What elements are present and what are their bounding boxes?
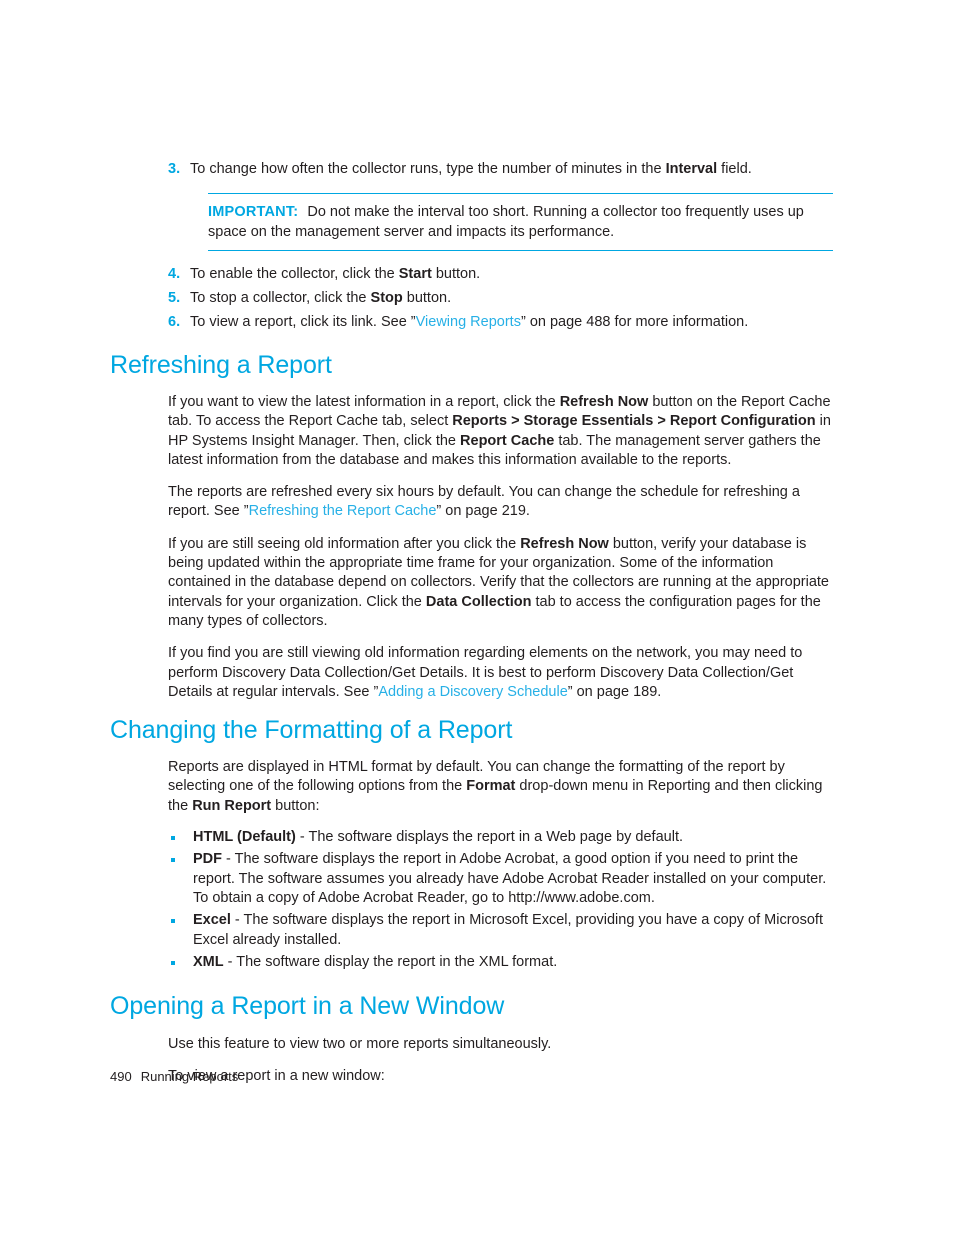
format-description: - The software display the report in the… (223, 953, 558, 970)
ui-term: Stop (370, 290, 403, 306)
format-term: PDF (193, 851, 222, 868)
paragraph: Reports are displayed in HTML format by … (168, 759, 823, 814)
list-item: Excel - The software displays the report… (168, 911, 840, 950)
list-item: XML - The software display the report in… (168, 953, 840, 972)
bullet-icon (171, 836, 175, 841)
ui-term: Data Collection (425, 593, 532, 610)
paragraph: If you are still seeing old information … (168, 535, 829, 629)
ui-term: Run Report (192, 797, 272, 814)
cross-reference-link[interactable]: Adding a Discovery Schedule (378, 684, 567, 700)
list-item: HTML (Default) - The software displays t… (168, 828, 840, 847)
paragraph: The reports are refreshed every six hour… (168, 484, 800, 520)
format-description: - The software displays the report in Mi… (193, 912, 823, 948)
important-note: IMPORTANT: Do not make the interval too s… (208, 193, 833, 251)
bullet-icon (171, 919, 175, 924)
ui-term: Reports > Storage Essentials > Report Co… (452, 413, 816, 430)
page-footer: 490 Running Reports (110, 1068, 238, 1085)
paragraph: Use this feature to view two or more rep… (168, 1036, 552, 1053)
footer-chapter: Running Reports (140, 1069, 239, 1084)
document-page: 3. To change how often the collector run… (0, 0, 954, 1235)
section-heading-refreshing: Refreshing a Report (110, 351, 332, 379)
important-note-label: IMPORTANT: (208, 204, 299, 220)
step-number: 6. (168, 314, 181, 330)
format-description: - The software displays the report in a … (295, 829, 683, 846)
cross-reference-link[interactable]: Refreshing the Report Cache (249, 503, 437, 519)
step-text: To view a report, click its link. See ”V… (190, 314, 749, 330)
ui-term: Report Cache (460, 432, 555, 449)
cross-reference-link[interactable]: Viewing Reports (416, 314, 521, 330)
section-heading-opening: Opening a Report in a New Window (110, 992, 505, 1021)
format-description: - The software displays the report in Ad… (193, 851, 827, 906)
paragraph: To view a report in a new window: (168, 1068, 385, 1085)
step-number: 4. (168, 266, 181, 282)
paragraph: If you find you are still viewing old in… (168, 645, 803, 700)
step-text: To stop a collector, click the Stop butt… (190, 290, 452, 306)
step-number: 3. (168, 161, 181, 177)
list-item: 3. To change how often the collector run… (168, 160, 840, 179)
ui-term: Format (466, 778, 516, 795)
format-term: XML (193, 953, 224, 970)
list-item: 4. To enable the collector, click the St… (168, 265, 840, 284)
ui-term: Interval (665, 161, 718, 177)
important-note-body: IMPORTANT: Do not make the interval too s… (208, 203, 833, 242)
format-term: Excel (193, 912, 231, 929)
paragraph: If you want to view the latest informati… (168, 394, 831, 468)
section-heading-formatting: Changing the Formatting of a Report (110, 716, 513, 745)
list-item: PDF - The software displays the report i… (168, 850, 840, 908)
step-number: 5. (168, 290, 181, 306)
step-text: To change how often the collector runs, … (190, 161, 752, 177)
step-text: To enable the collector, click the Start… (190, 266, 481, 282)
footer-page-number: 490 (110, 1069, 132, 1084)
list-item: 6. To view a report, click its link. See… (168, 313, 840, 332)
ui-term: Refresh Now (520, 535, 609, 552)
format-term: HTML (Default) (193, 829, 296, 846)
format-options-list: HTML (Default) - The software displays t… (168, 828, 840, 972)
list-item: 5. To stop a collector, click the Stop b… (168, 289, 840, 308)
ui-term: Start (398, 266, 432, 282)
procedure-steps: 3. To change how often the collector run… (0, 160, 954, 1087)
ui-term: Refresh Now (559, 394, 649, 410)
bullet-icon (171, 960, 175, 965)
bullet-icon (171, 858, 175, 863)
